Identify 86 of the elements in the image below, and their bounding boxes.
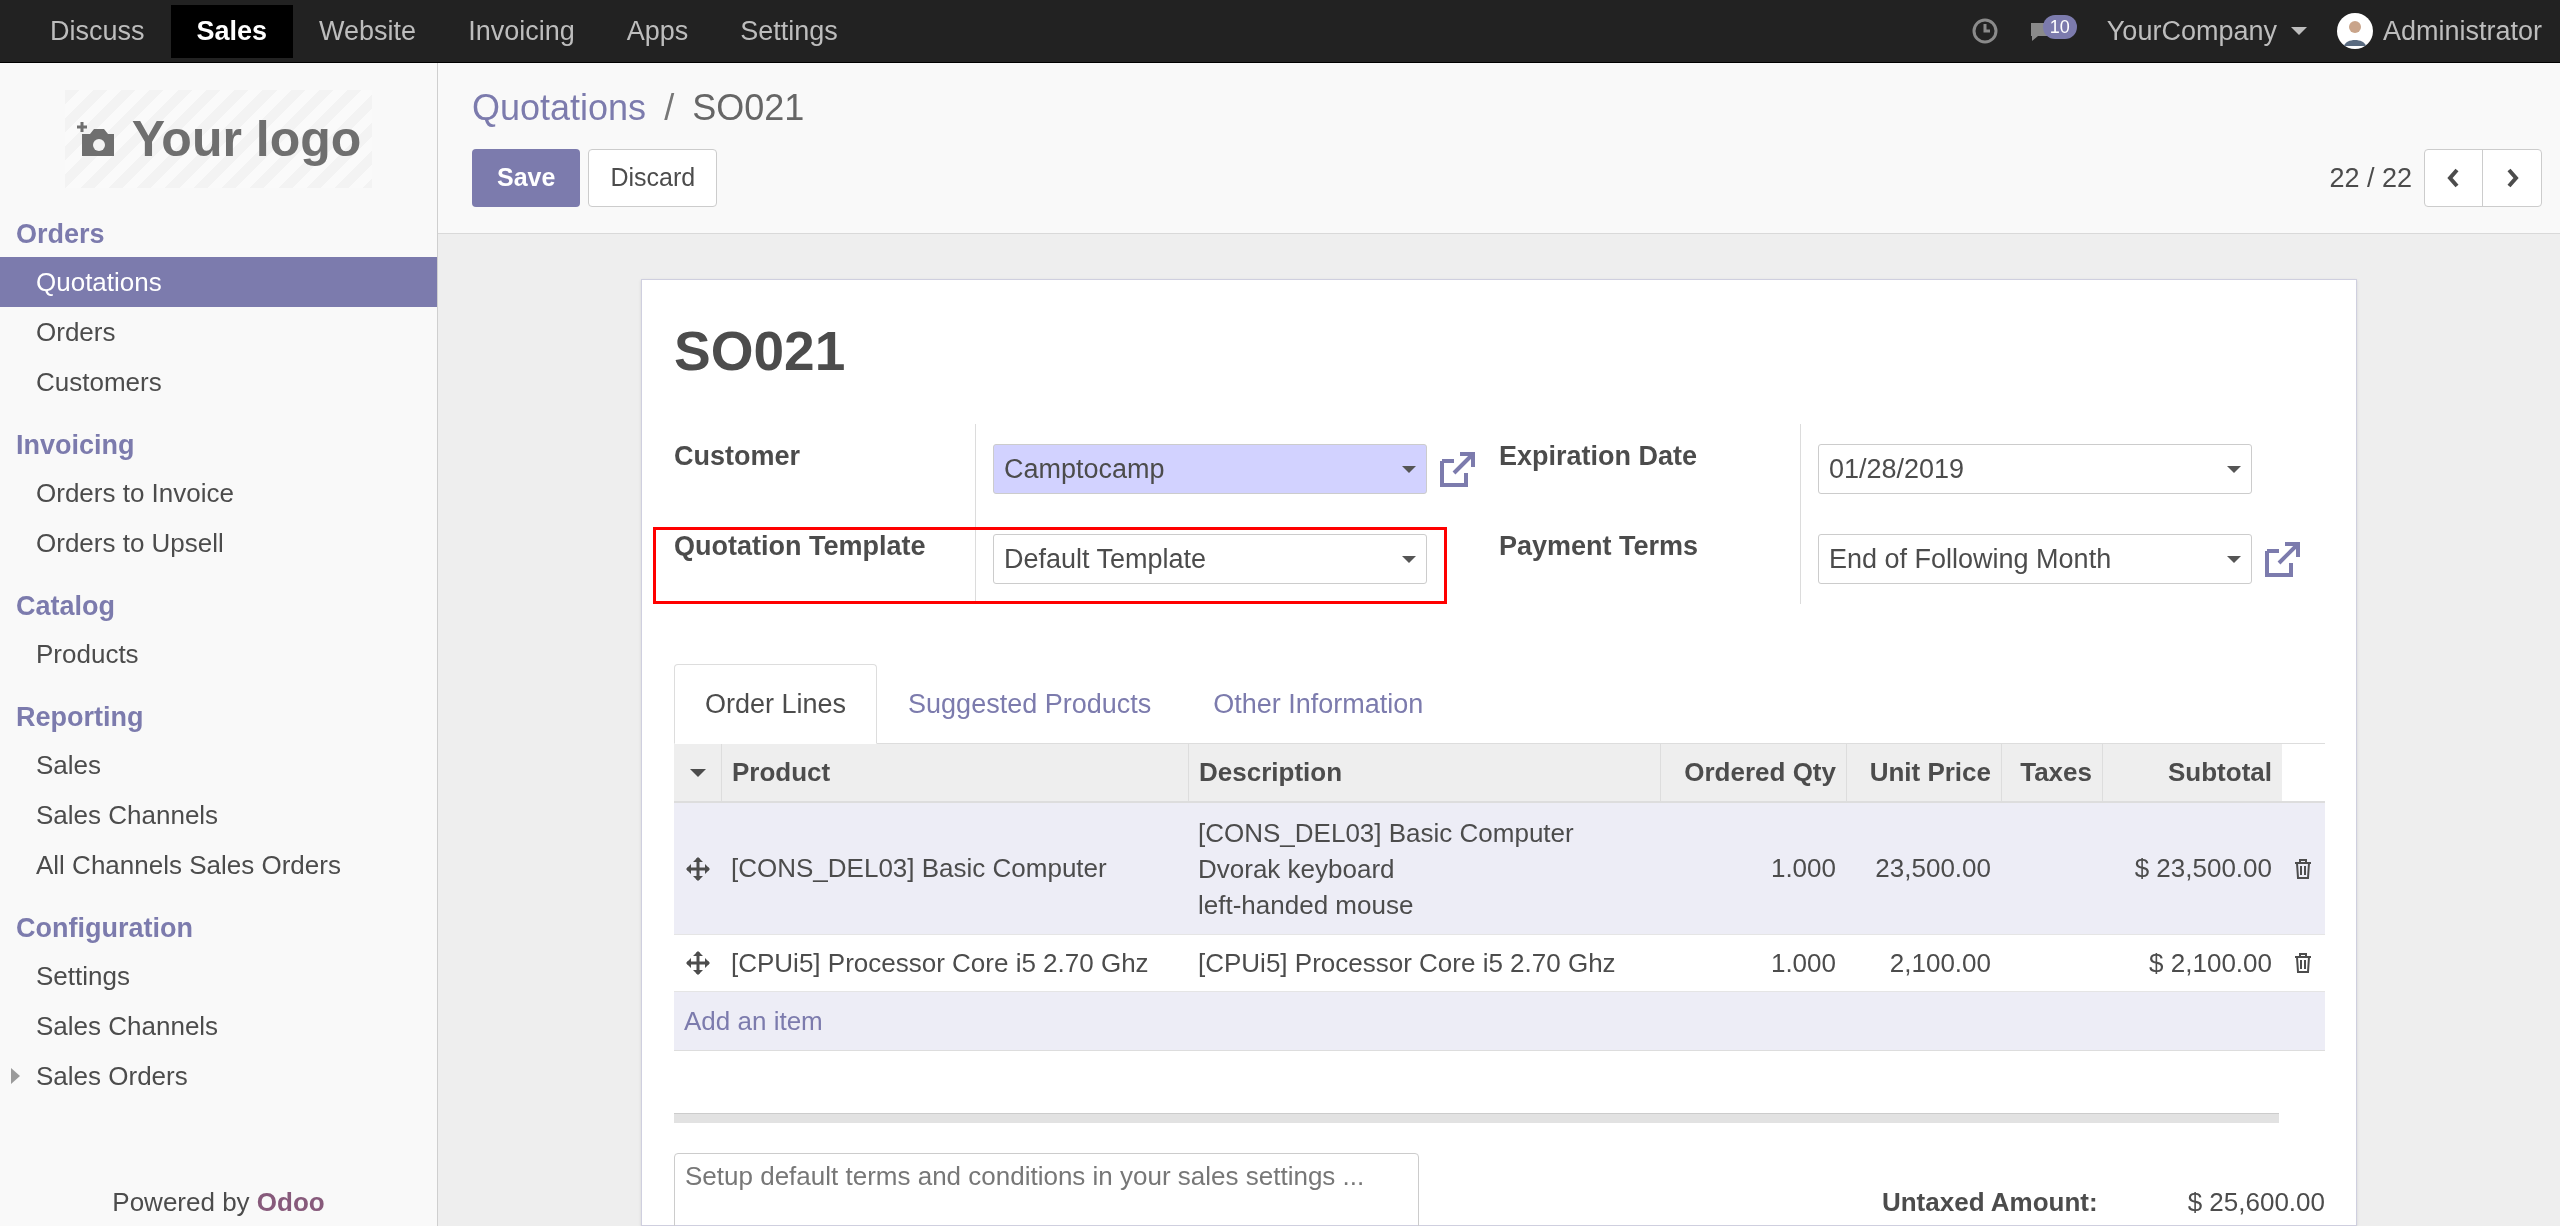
total-value: $ 25,600.00 — [2187, 1186, 2325, 1219]
sidebar-item[interactable]: Orders to Invoice — [0, 468, 437, 518]
save-button[interactable]: Save — [472, 149, 581, 207]
total-label: Untaxed Amount: — [1881, 1186, 2098, 1219]
pager-counter: 22 / 22 — [2329, 161, 2412, 195]
menu-section-heading: Configuration — [15, 912, 194, 946]
menu-section-heading: Reporting — [15, 701, 145, 735]
notification-badge: 10 — [2042, 15, 2077, 39]
breadcrumb-link[interactable]: Quotations — [472, 81, 647, 135]
sidebar-item[interactable]: Sales Orders — [0, 1051, 437, 1101]
company-name: YourCompany — [2106, 14, 2277, 48]
expand-arrow-icon[interactable] — [11, 1068, 20, 1084]
menu-section-heading: Orders — [15, 218, 106, 252]
dropdown-field[interactable]: Default Template — [993, 534, 1427, 584]
sort-caret-icon[interactable] — [689, 768, 706, 777]
column-header[interactable]: Ordered Qty — [1660, 744, 1846, 801]
caret-icon — [2290, 27, 2307, 35]
trash-icon[interactable] — [2293, 952, 2313, 974]
trash-icon[interactable] — [2293, 857, 2313, 880]
chevron-left-icon — [2446, 168, 2461, 188]
table-cell-text: [CONS_DEL03] Basic Computer Dvorak keyboard left-handed mouse — [1198, 816, 1575, 922]
caret-icon — [2227, 555, 2241, 563]
record-title: SO021 — [674, 319, 847, 384]
table-cell: 1.000 — [1770, 947, 1836, 978]
caret-icon — [1402, 465, 1416, 473]
column-header[interactable]: Description — [1188, 744, 1660, 801]
field-label: Expiration Date — [1499, 440, 1699, 473]
table-cell: 1.000 — [1770, 853, 1836, 883]
sidebar-item[interactable]: Quotations — [0, 257, 437, 307]
move-handle-icon[interactable] — [685, 951, 710, 975]
avatar-icon — [2336, 13, 2373, 49]
company-switcher[interactable]: YourCompany — [2106, 10, 2307, 52]
discard-button[interactable]: Discard — [588, 149, 718, 207]
column-header[interactable]: Subtotal — [2102, 744, 2282, 801]
tab[interactable]: Other Information — [1182, 664, 1455, 744]
logo-text: Your logo — [131, 109, 362, 169]
sidebar-item[interactable]: Orders — [0, 307, 437, 357]
dropdown-field[interactable]: 01/28/2019 — [1818, 444, 2252, 494]
field-label: Customer — [674, 440, 802, 473]
dropdown-field[interactable]: End of Following Month — [1818, 534, 2252, 584]
table-row[interactable]: [CONS_DEL03] Basic Computer [CONS_DEL03] Basic Computer Dvorak keyboard left-handed mouse 1.000 23,500.00 $ 23,500.00 — [674, 803, 2325, 935]
menu-item[interactable]: Discuss — [24, 4, 171, 58]
table-cell: [CONS_DEL03] Basic Computer — [731, 853, 1107, 883]
column-header[interactable]: Unit Price — [1846, 744, 2001, 801]
table-cell: $ 23,500.00 — [2134, 853, 2272, 883]
clock-icon[interactable] — [1970, 17, 1999, 45]
menu-item[interactable]: Apps — [600, 4, 715, 58]
user-menu[interactable]: Administrator — [2336, 10, 2542, 52]
table-cell: [CPUi5] Processor Core i5 2.70 Ghz — [731, 947, 1149, 978]
menu-item[interactable]: Website — [293, 4, 443, 58]
sidebar-item[interactable]: Customers — [0, 357, 437, 407]
menu-section-heading: Invoicing — [15, 429, 136, 463]
chevron-right-icon — [2505, 168, 2519, 188]
sidebar-item[interactable]: Settings — [0, 951, 437, 1001]
sidebar-item[interactable]: Orders to Upsell — [0, 518, 437, 568]
menu-item[interactable]: Invoicing — [442, 4, 601, 58]
menu-item[interactable]: Settings — [714, 4, 864, 58]
tab[interactable]: Order Lines — [674, 664, 878, 744]
sidebar-item[interactable]: All Channels Sales Orders — [0, 840, 437, 890]
table-cell: 2,100.00 — [1889, 947, 1991, 978]
field-label: Payment Terms — [1499, 530, 1700, 563]
powered-by-text: Powered by Odoo — [112, 1187, 325, 1217]
field-label: Quotation Template — [674, 530, 927, 563]
table-cell: $ 2,100.00 — [2149, 947, 2272, 978]
menu-item[interactable]: Sales — [170, 4, 294, 58]
sidebar-item[interactable]: Products — [0, 629, 437, 679]
external-link-icon[interactable] — [2263, 541, 2301, 577]
sidebar-item[interactable]: Sales — [0, 740, 437, 790]
horizontal-scrollbar[interactable] — [674, 1113, 2279, 1123]
sidebar-item[interactable]: Sales Channels — [0, 790, 437, 840]
breadcrumb-current: SO021 — [692, 86, 805, 130]
move-handle-icon[interactable] — [685, 856, 710, 881]
breadcrumb-separator: / — [664, 86, 675, 130]
external-link-icon[interactable] — [1438, 451, 1476, 487]
column-header[interactable]: Taxes — [2001, 744, 2102, 801]
caret-icon — [2227, 465, 2241, 473]
column-header[interactable]: Product — [721, 744, 1188, 801]
menu-section-heading: Catalog — [15, 590, 116, 624]
terms-field[interactable]: Setup default terms and conditions in your sales settings ... — [674, 1153, 1419, 1226]
table-cell: 23,500.00 — [1875, 853, 1991, 883]
table-cell-text: [CPUi5] Processor Core i5 2.70 Ghz — [1198, 947, 1617, 980]
dropdown-field[interactable]: Camptocamp — [993, 444, 1427, 494]
sidebar-item[interactable]: Sales Channels — [0, 1001, 437, 1051]
tab[interactable]: Suggested Products — [877, 664, 1183, 744]
caret-icon — [1402, 555, 1416, 563]
user-name: Administrator — [2382, 14, 2542, 48]
